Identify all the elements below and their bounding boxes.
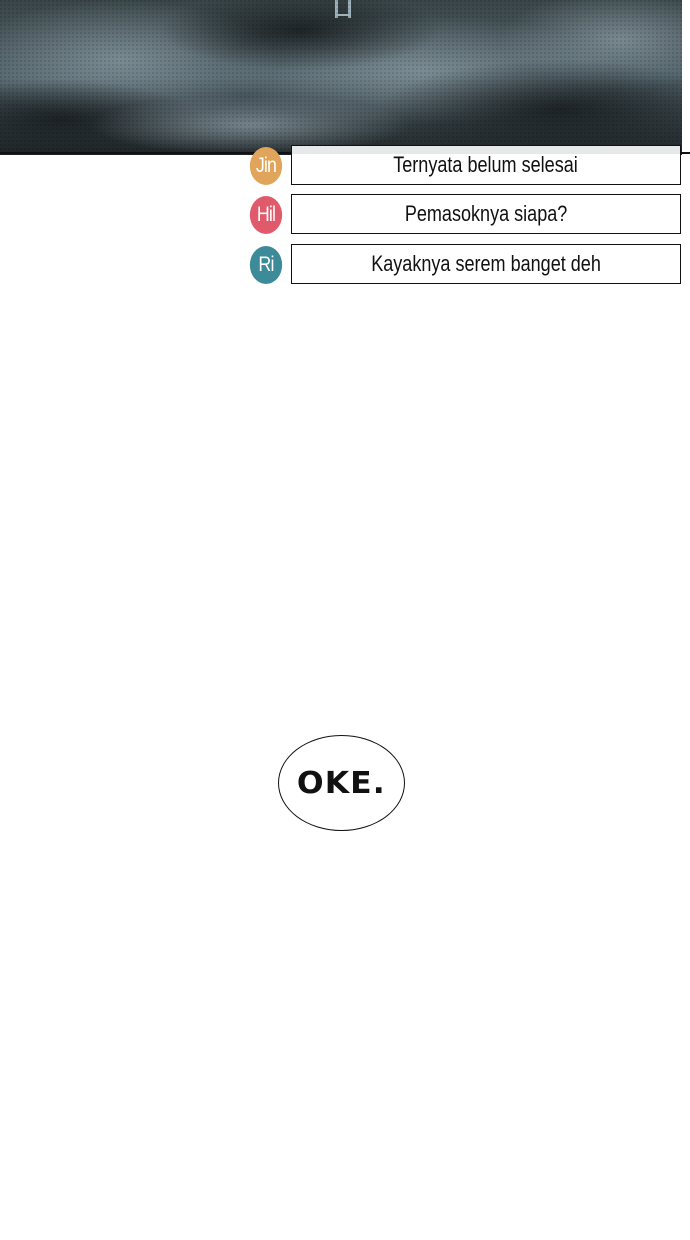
chat-text: Pemasoknya siapa? [404,201,568,226]
speech-bubble: OKE. [278,735,405,831]
avatar-jin: Jin [249,147,283,185]
avatar-label: Jin [255,154,277,177]
chat-message-jin: Jin Ternyata belum selesai [247,145,683,187]
chat-message-hil: Hil Pemasoknya siapa? [247,194,683,236]
chat-text: Kayaknya serem banget deh [371,251,601,276]
chat-message-ri: Ri Kayaknya serem banget deh [247,244,683,286]
speech-text: OKE. [297,765,386,801]
chat-text: Ternyata belum selesai [393,152,579,177]
avatar-ri: Ri [249,246,283,284]
chat-bubble: Pemasoknya siapa? [291,194,681,234]
avatar-label: Hil [256,203,276,226]
forest-fog-illustration [0,0,690,155]
avatar-label: Ri [258,253,274,276]
comic-panel-forest-scene [0,0,690,155]
avatar-hil: Hil [249,196,283,234]
chat-bubble: Kayaknya serem banget deh [291,244,681,284]
chat-bubble: Ternyata belum selesai [291,145,681,185]
